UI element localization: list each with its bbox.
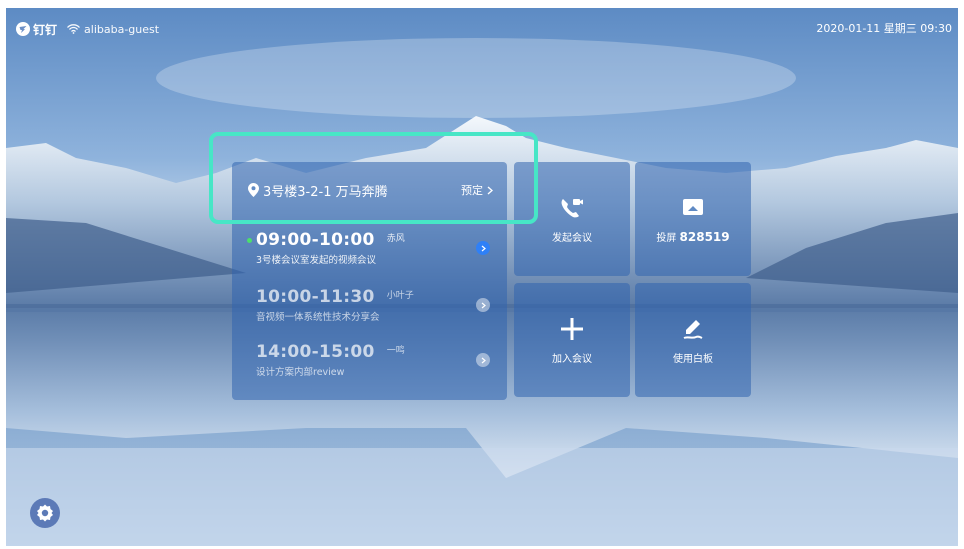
meeting-detail-button[interactable]: [476, 353, 490, 367]
join-meeting-label: 加入会议: [552, 354, 592, 365]
dingtalk-logo-icon: [16, 22, 30, 36]
meeting-item[interactable]: 14:00-15:00 一鸣 设计方案内部review: [256, 342, 496, 382]
join-meeting-button[interactable]: 加入会议: [514, 283, 630, 397]
meeting-title: 设计方案内部review: [256, 367, 345, 378]
start-meeting-label: 发起会议: [552, 233, 592, 244]
meeting-room-home-screen: 钉钉 alibaba-guest 2020-01-11 星期三 09:30 3号…: [6, 8, 958, 546]
chevron-right-icon: [481, 245, 486, 251]
status-bar: 钉钉 alibaba-guest: [16, 20, 159, 38]
settings-button[interactable]: [30, 498, 60, 528]
meeting-host: 一鸣: [386, 346, 405, 356]
whiteboard-button[interactable]: 使用白板: [635, 283, 751, 397]
app-name: 钉钉: [33, 22, 58, 37]
plus-icon: [559, 316, 585, 342]
cast-label: 投屏: [656, 233, 677, 244]
gear-icon: [37, 504, 53, 522]
dingtalk-brand: 钉钉: [16, 21, 57, 38]
pen-icon: [680, 316, 706, 342]
screen-cast-button[interactable]: 投屏 828519: [635, 162, 751, 276]
phone-video-icon: [559, 195, 585, 221]
chevron-right-icon: [481, 357, 486, 363]
meeting-time: 10:00-11:30: [256, 287, 375, 307]
date-time: 2020-01-11 星期三 09:30: [816, 22, 952, 35]
screen-cast-label: 投屏 828519: [656, 229, 729, 244]
meeting-time: 09:00-10:00: [256, 230, 375, 250]
wifi-icon: [67, 24, 81, 34]
meeting-detail-button[interactable]: [476, 241, 490, 255]
meeting-detail-button[interactable]: [476, 298, 490, 312]
wifi-name: alibaba-guest: [84, 22, 160, 36]
meeting-title: 音视频一体系统性技术分享会: [256, 312, 380, 323]
live-indicator: [247, 238, 252, 243]
focus-highlight-box: [209, 132, 538, 224]
cast-screen-icon: [680, 195, 706, 221]
meeting-time: 14:00-15:00: [256, 342, 375, 362]
meeting-item[interactable]: 10:00-11:30 小叶子 音视频一体系统性技术分享会: [256, 287, 496, 327]
meeting-host: 小叶子: [386, 291, 414, 301]
cast-code: 828519: [679, 230, 730, 244]
meeting-item[interactable]: 09:00-10:00 赤风 3号楼会议室发起的视频会议: [247, 230, 496, 270]
whiteboard-label: 使用白板: [673, 354, 713, 365]
meeting-title: 3号楼会议室发起的视频会议: [256, 255, 377, 266]
meeting-host: 赤风: [386, 234, 405, 244]
chevron-right-icon: [481, 302, 486, 308]
wifi-status: alibaba-guest: [67, 23, 159, 36]
